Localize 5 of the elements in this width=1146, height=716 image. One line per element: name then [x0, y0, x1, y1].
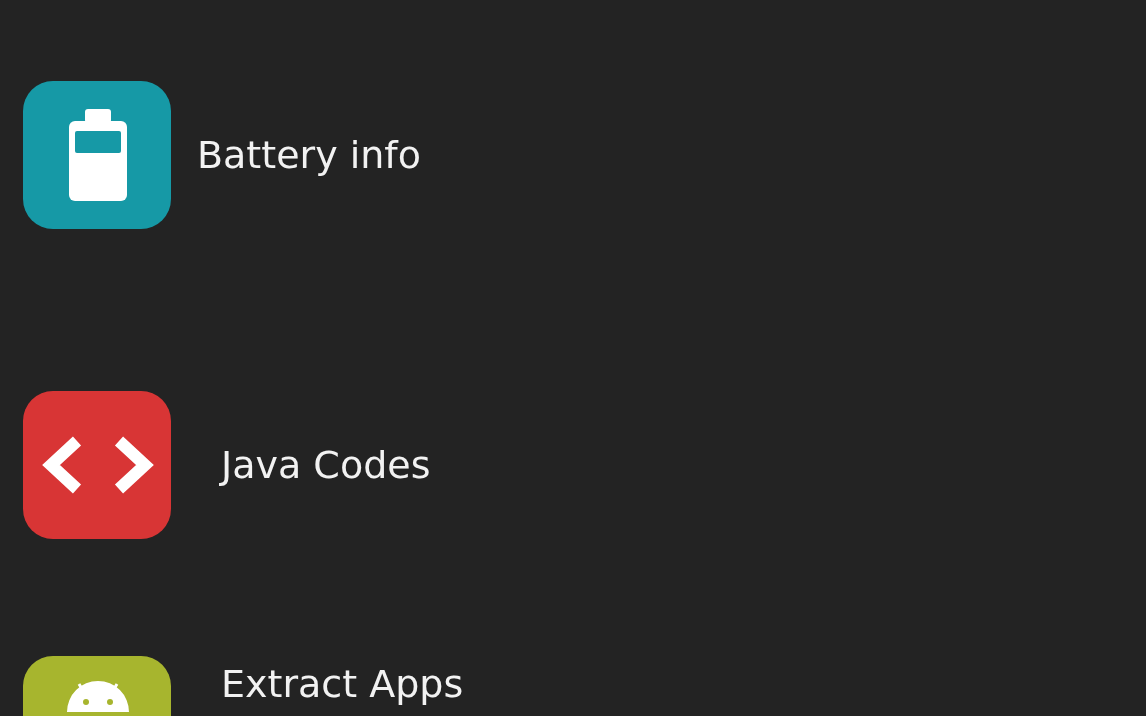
item-label[interactable]: Battery info	[197, 133, 421, 177]
code-icon[interactable]	[23, 391, 171, 539]
item-label[interactable]: Java Codes	[221, 443, 431, 487]
battery-icon[interactable]	[23, 81, 171, 229]
item-label[interactable]: Extract Apps	[221, 662, 464, 706]
